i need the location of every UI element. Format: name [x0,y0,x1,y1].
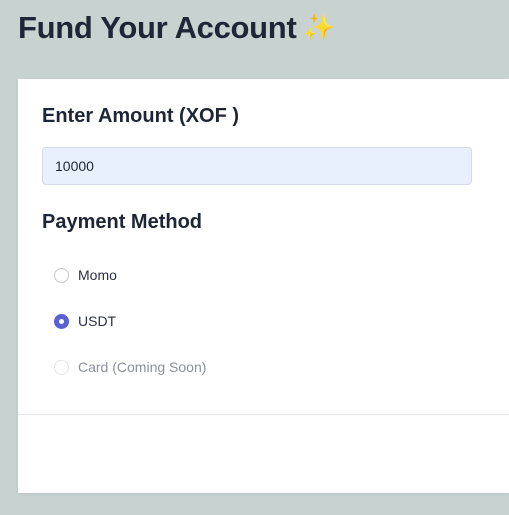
payment-method-label: Payment Method [42,211,203,233]
usdt-label: USDT [78,313,117,329]
payment-option-momo[interactable]: Momo [54,265,117,285]
page-title-text: Fund Your Account [18,10,297,45]
usdt-radio[interactable] [54,313,69,329]
payment-option-usdt[interactable]: USDT [54,311,116,331]
card-radio [54,359,69,375]
card-label: Card (Coming Soon) [78,359,207,375]
amount-input[interactable] [42,147,472,185]
fund-account-card: Enter Amount (XOF ) Payment Method Momo … [18,79,509,493]
page-title: Fund Your Account ✨ [18,8,335,47]
divider [18,414,509,415]
sparkles-icon: ✨ [302,12,335,42]
momo-label: Momo [78,267,117,283]
payment-option-card: Card (Coming Soon) [54,357,206,377]
amount-label: Enter Amount (XOF ) [42,105,240,127]
momo-radio[interactable] [54,267,69,283]
